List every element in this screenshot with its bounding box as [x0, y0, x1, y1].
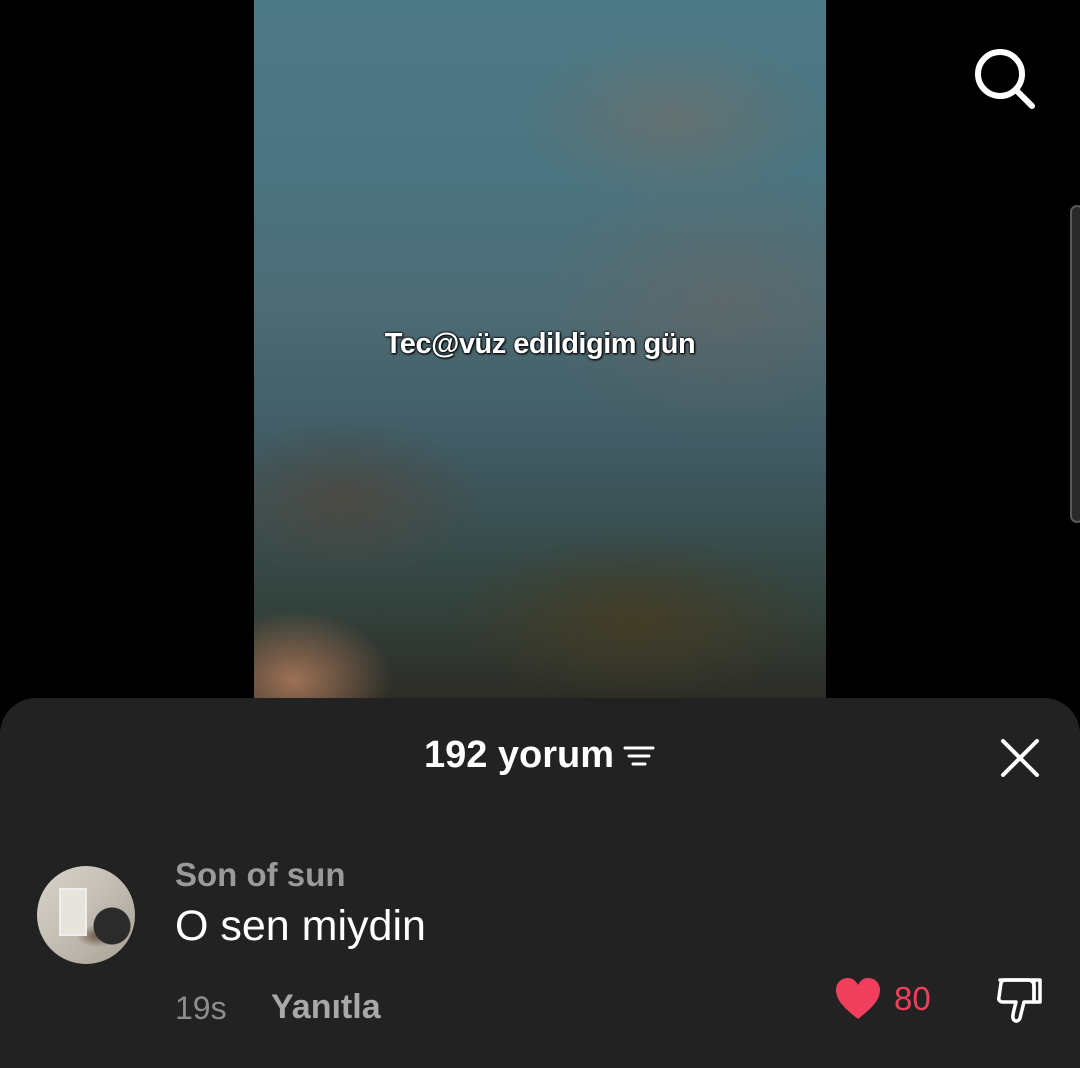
comments-sheet: 192 yorum Son of sun O sen miydin 19s Ya…	[0, 698, 1080, 1068]
avatar[interactable]	[37, 866, 135, 964]
comment-count: 192 yorum	[423, 734, 615, 776]
like-button[interactable]: 80	[834, 974, 931, 1024]
video-caption: Tec@vüz edildigim gün	[384, 328, 696, 360]
search-icon	[975, 49, 1035, 109]
comment-time: 19s	[175, 990, 227, 1026]
comment-text: O sen miydin	[175, 902, 426, 950]
thumbs-down-icon	[997, 978, 1042, 1023]
dislike-button[interactable]	[994, 974, 1044, 1024]
comment-username[interactable]: Son of sun	[175, 856, 345, 894]
sort-icon	[623, 746, 655, 765]
like-count: 80	[894, 980, 931, 1017]
video-player[interactable]: Tec@vüz edildigim gün	[0, 0, 1080, 700]
comments-header: 192 yorum	[0, 734, 1080, 784]
search-button[interactable]	[968, 42, 1038, 112]
scroll-handle[interactable]	[1070, 205, 1080, 523]
reply-button[interactable]: Yanıtla	[271, 988, 381, 1027]
sort-comments-button[interactable]: 192 yorum	[424, 734, 656, 777]
close-icon	[1001, 739, 1039, 777]
avatar-detail	[59, 888, 87, 936]
comment-item: Son of sun O sen miydin 19s Yanıtla 80	[0, 848, 1080, 1048]
heart-icon	[836, 978, 880, 1019]
close-button[interactable]	[996, 734, 1044, 782]
video-frame[interactable]: Tec@vüz edildigim gün	[254, 0, 826, 700]
